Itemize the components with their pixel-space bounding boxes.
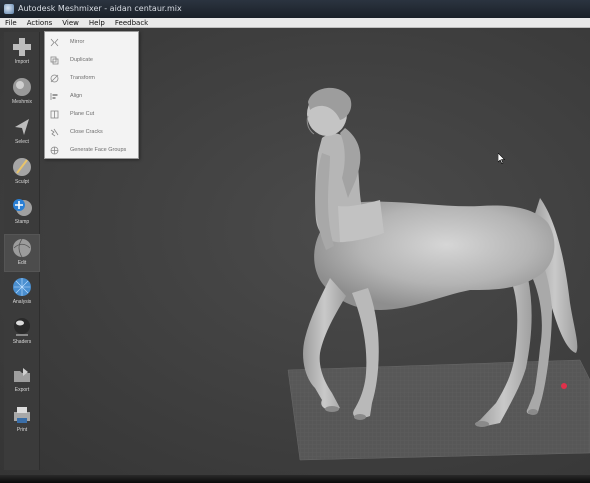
tool-label-select: Select (15, 139, 29, 145)
tool-label-edit: Edit (17, 260, 27, 266)
tool-label-import: Import (14, 59, 30, 65)
mirror-icon (50, 38, 59, 47)
transform-icon (50, 74, 59, 83)
pivot-marker[interactable] (561, 383, 567, 389)
edit-menu-mirror[interactable]: Mirror (45, 34, 139, 51)
tool-label-shaders: Shaders (12, 339, 32, 345)
app-icon (4, 4, 14, 14)
meshmix-button[interactable]: Meshmix (4, 74, 40, 112)
edit-sphere-icon (13, 238, 31, 258)
sculpt-button[interactable]: Sculpt (4, 154, 40, 192)
analysis-button[interactable]: Analysis (4, 274, 40, 312)
edit-menu-label: Transform (70, 75, 95, 81)
export-button[interactable]: Export (4, 362, 40, 400)
shaders-button[interactable]: Shaders (4, 314, 40, 352)
edit-menu-duplicate[interactable]: Duplicate (45, 52, 139, 69)
menu-bar: File Actions View Help Feedback (0, 18, 590, 28)
menu-actions[interactable]: Actions (22, 18, 58, 27)
tool-label-meshmix: Meshmix (11, 99, 32, 105)
edit-menu-align[interactable]: Align (45, 88, 139, 105)
analysis-sphere-icon (13, 278, 31, 296)
tool-panel: Import Meshmix Select Sculpt Stamp Edit … (4, 32, 40, 470)
edit-menu-plane-cut[interactable]: Plane Cut (45, 106, 139, 123)
tool-label-print: Print (16, 427, 28, 433)
sculpt-brush-icon (13, 158, 31, 176)
close-cracks-icon (50, 128, 59, 137)
tool-label-export: Export (14, 387, 30, 393)
face-groups-icon (50, 146, 59, 155)
select-button[interactable]: Select (4, 114, 40, 152)
stamp-icon (13, 199, 32, 216)
plane-cut-icon (50, 110, 59, 119)
edit-menu-label: Generate Face Groups (70, 147, 127, 153)
title-bar: Autodesk Meshmixer - aidan centaur.mix (0, 0, 590, 18)
edit-menu-label: Mirror (70, 39, 85, 45)
export-folder-icon (14, 368, 30, 382)
3d-viewport[interactable]: Import Meshmix Select Sculpt Stamp Edit … (0, 28, 590, 475)
menu-view[interactable]: View (57, 18, 84, 27)
stamp-button[interactable]: Stamp (4, 194, 40, 232)
edit-menu-label: Align (70, 93, 83, 99)
edit-flyout-menu: Mirror Duplicate Transform Align Plane C… (44, 31, 139, 159)
tool-label-analysis: Analysis (12, 299, 32, 305)
meshmix-sphere-icon (13, 78, 31, 96)
edit-menu-label: Duplicate (70, 57, 93, 63)
taskbar-strip (0, 475, 590, 483)
window-title: Autodesk Meshmixer - aidan centaur.mix (18, 4, 182, 13)
print-button[interactable]: Print (4, 402, 40, 440)
tool-label-sculpt: Sculpt (15, 179, 29, 185)
menu-help[interactable]: Help (84, 18, 110, 27)
tool-label-stamp: Stamp (14, 219, 30, 225)
menu-feedback[interactable]: Feedback (110, 18, 153, 27)
align-icon (50, 93, 58, 100)
import-button[interactable]: Import (4, 34, 40, 72)
duplicate-icon (50, 56, 59, 65)
edit-menu-label: Plane Cut (70, 111, 95, 117)
plus-icon (13, 38, 31, 56)
edit-button[interactable]: Edit (4, 234, 40, 272)
shaders-sphere-icon (14, 318, 30, 336)
edit-menu-label: Close Cracks (70, 129, 103, 135)
select-arrow-icon (15, 119, 29, 135)
mouse-cursor-icon (498, 153, 506, 164)
edit-menu-generate-face-groups[interactable]: Generate Face Groups (45, 142, 139, 159)
edit-menu-close-cracks[interactable]: Close Cracks (45, 124, 139, 141)
menu-file[interactable]: File (0, 18, 22, 27)
edit-menu-transform[interactable]: Transform (45, 70, 139, 87)
printer-icon (14, 407, 30, 423)
